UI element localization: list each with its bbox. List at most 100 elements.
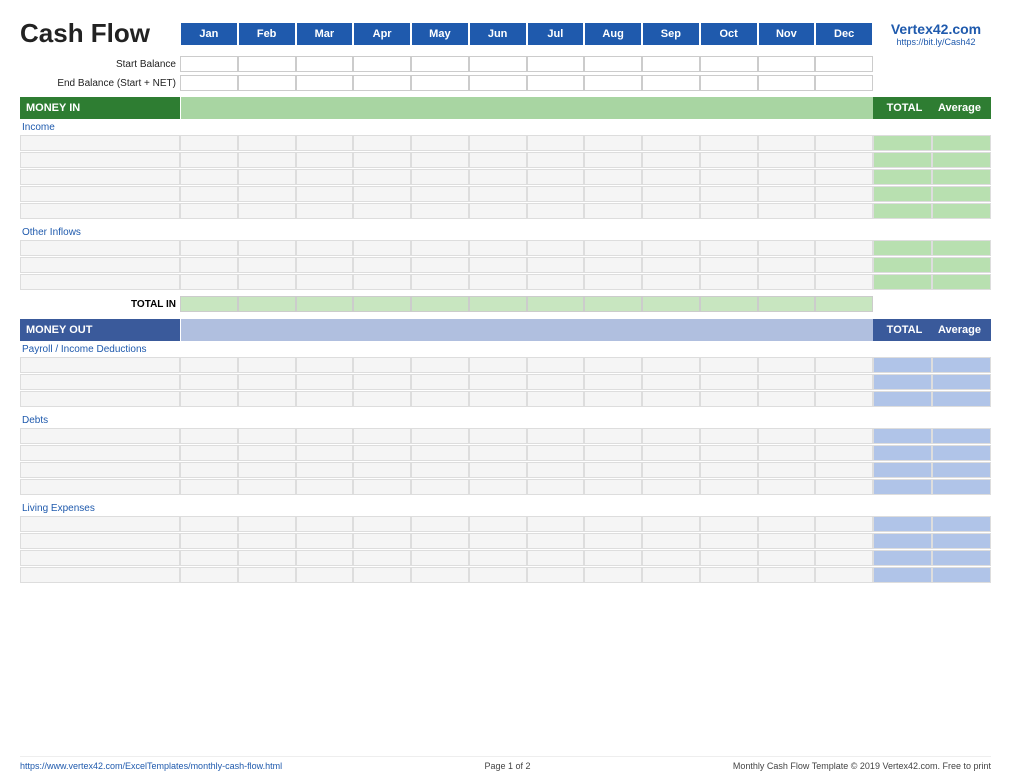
data-cell[interactable] (527, 550, 585, 566)
data-cell[interactable] (411, 462, 469, 478)
data-cell[interactable] (642, 374, 700, 390)
data-cell[interactable] (815, 428, 873, 444)
data-cell[interactable] (642, 516, 700, 532)
data-cell[interactable] (642, 428, 700, 444)
data-cell[interactable] (296, 445, 354, 461)
month-btn-aug[interactable]: Aug (584, 22, 642, 46)
data-cell[interactable] (353, 357, 411, 373)
data-cell[interactable] (353, 533, 411, 549)
data-cell[interactable] (180, 240, 238, 256)
data-cell[interactable] (411, 257, 469, 273)
data-cell[interactable] (584, 152, 642, 168)
data-cell[interactable] (642, 240, 700, 256)
data-cell[interactable] (642, 274, 700, 290)
data-cell[interactable] (411, 533, 469, 549)
data-cell[interactable] (469, 374, 527, 390)
data-cell[interactable] (296, 186, 354, 202)
data-cell[interactable] (584, 445, 642, 461)
balance-cell[interactable] (642, 56, 700, 72)
data-cell[interactable] (411, 186, 469, 202)
data-cell[interactable] (353, 152, 411, 168)
data-cell[interactable] (758, 516, 816, 532)
data-cell[interactable] (411, 374, 469, 390)
data-cell[interactable] (758, 374, 816, 390)
branding-sub[interactable]: https://bit.ly/Cash42 (881, 37, 991, 47)
data-cell[interactable] (642, 567, 700, 583)
branding-main[interactable]: Vertex42.com (881, 21, 991, 37)
data-cell[interactable] (469, 274, 527, 290)
data-cell[interactable] (296, 240, 354, 256)
data-cell[interactable] (700, 462, 758, 478)
balance-cell[interactable] (238, 56, 296, 72)
data-cell[interactable] (469, 357, 527, 373)
data-cell[interactable] (758, 135, 816, 151)
data-cell[interactable] (584, 391, 642, 407)
row-label[interactable] (20, 567, 180, 583)
data-cell[interactable] (469, 240, 527, 256)
data-cell[interactable] (815, 374, 873, 390)
balance-cell[interactable] (700, 75, 758, 91)
data-cell[interactable] (584, 479, 642, 495)
row-label[interactable] (20, 152, 180, 168)
data-cell[interactable] (700, 203, 758, 219)
row-label[interactable] (20, 203, 180, 219)
data-cell[interactable] (527, 257, 585, 273)
month-btn-feb[interactable]: Feb (238, 22, 296, 46)
data-cell[interactable] (353, 428, 411, 444)
row-label[interactable] (20, 169, 180, 185)
month-btn-nov[interactable]: Nov (758, 22, 816, 46)
data-cell[interactable] (411, 240, 469, 256)
data-cell[interactable] (353, 550, 411, 566)
balance-cell[interactable] (527, 56, 585, 72)
data-cell[interactable] (238, 533, 296, 549)
data-cell[interactable] (815, 567, 873, 583)
data-cell[interactable] (584, 203, 642, 219)
data-cell[interactable] (180, 374, 238, 390)
row-label[interactable] (20, 516, 180, 532)
data-cell[interactable] (700, 274, 758, 290)
data-cell[interactable] (584, 357, 642, 373)
data-cell[interactable] (700, 445, 758, 461)
data-cell[interactable] (527, 516, 585, 532)
data-cell[interactable] (296, 203, 354, 219)
row-label[interactable] (20, 274, 180, 290)
data-cell[interactable] (700, 550, 758, 566)
data-cell[interactable] (527, 357, 585, 373)
data-cell[interactable] (296, 391, 354, 407)
data-cell[interactable] (238, 479, 296, 495)
balance-cell[interactable] (527, 75, 585, 91)
data-cell[interactable] (296, 462, 354, 478)
data-cell[interactable] (758, 462, 816, 478)
data-cell[interactable] (758, 567, 816, 583)
data-cell[interactable] (353, 462, 411, 478)
row-label[interactable] (20, 428, 180, 444)
data-cell[interactable] (758, 479, 816, 495)
data-cell[interactable] (296, 357, 354, 373)
data-cell[interactable] (527, 135, 585, 151)
row-label[interactable] (20, 186, 180, 202)
data-cell[interactable] (180, 567, 238, 583)
data-cell[interactable] (527, 428, 585, 444)
data-cell[interactable] (815, 533, 873, 549)
data-cell[interactable] (815, 516, 873, 532)
data-cell[interactable] (527, 374, 585, 390)
data-cell[interactable] (815, 152, 873, 168)
data-cell[interactable] (815, 186, 873, 202)
data-cell[interactable] (527, 462, 585, 478)
data-cell[interactable] (180, 186, 238, 202)
row-label[interactable] (20, 374, 180, 390)
data-cell[interactable] (700, 357, 758, 373)
balance-cell[interactable] (700, 56, 758, 72)
data-cell[interactable] (815, 203, 873, 219)
data-cell[interactable] (527, 567, 585, 583)
data-cell[interactable] (527, 274, 585, 290)
data-cell[interactable] (411, 152, 469, 168)
row-label[interactable] (20, 462, 180, 478)
data-cell[interactable] (700, 567, 758, 583)
data-cell[interactable] (584, 257, 642, 273)
data-cell[interactable] (758, 257, 816, 273)
data-cell[interactable] (296, 567, 354, 583)
data-cell[interactable] (469, 533, 527, 549)
data-cell[interactable] (642, 203, 700, 219)
data-cell[interactable] (469, 462, 527, 478)
